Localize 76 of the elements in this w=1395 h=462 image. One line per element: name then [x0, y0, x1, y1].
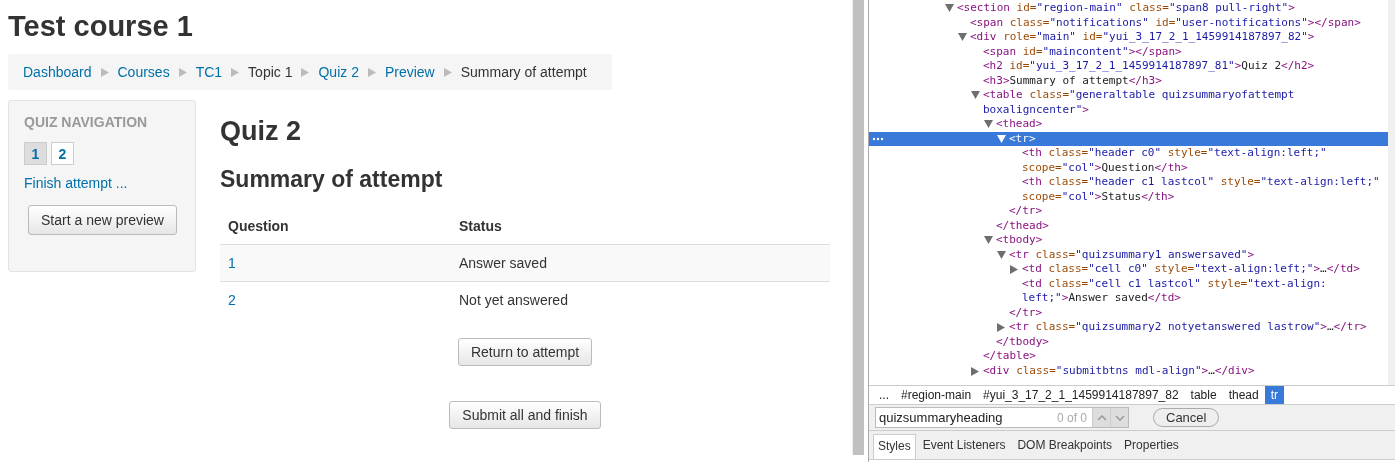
search-field[interactable]: quizsummaryheading [876, 410, 1057, 425]
element-path-item[interactable]: #region-main [895, 386, 978, 404]
element-path-item[interactable]: ... [873, 386, 895, 404]
dom-node-line[interactable]: <th class="header c1 lastcol" style="text-align:left;" scope="col">Status</th> [869, 175, 1388, 204]
panel-tab[interactable]: Styles [873, 434, 916, 459]
dom-closing-line: </table> [982, 349, 1037, 364]
table-cell: Answer saved [451, 244, 830, 282]
breadcrumb-link[interactable]: Quiz 2 [318, 64, 359, 80]
dom-closing-line: </thead> [995, 218, 1050, 233]
dom-node-line[interactable]: <thead> [869, 117, 1388, 132]
collapsed-arrow-icon[interactable] [1010, 265, 1018, 274]
more-icon[interactable] [872, 136, 884, 141]
question-number-button[interactable]: 1 [24, 142, 47, 165]
breadcrumb-link[interactable]: Preview [384, 64, 435, 80]
breadcrumb-link[interactable]: Courses [117, 64, 170, 80]
match-count: 0 of 0 [1057, 410, 1089, 425]
start-preview-button[interactable]: Start a new preview [28, 205, 177, 235]
separator-icon [301, 67, 310, 77]
finish-attempt-link[interactable]: Finish attempt ... [24, 175, 128, 191]
dom-node-line[interactable]: <tr class="quizsummary2 notyetanswered lastrow">…</tr> [869, 320, 1388, 335]
dom-node-line[interactable]: <section id="region-main" class="span8 pull-right"> [869, 1, 1388, 16]
expanded-arrow-icon[interactable] [958, 33, 967, 41]
collapsed-arrow-icon[interactable] [997, 323, 1005, 332]
dom-node-line[interactable]: <span id="maincontent"></span> [869, 44, 1388, 59]
panel-title: QUIZ NAVIGATION [24, 114, 148, 130]
breadcrumb-text: Topic 1 [248, 64, 293, 80]
collapsed-arrow-icon[interactable] [971, 366, 979, 376]
dom-closing-line: </tr> [1008, 204, 1044, 219]
element-path-item[interactable]: thead [1222, 386, 1265, 404]
page-scrollbar[interactable] [852, 0, 864, 455]
breadcrumb-link[interactable]: TC1 [195, 64, 223, 80]
table-cell: Not yet answered [451, 281, 830, 318]
question-link[interactable]: 1 [228, 255, 236, 271]
cancel-button[interactable]: Cancel [1153, 408, 1220, 427]
separator-icon [231, 67, 240, 77]
dom-node-line[interactable]: <span class="notifications" id="user-notifications"></span> [869, 15, 1388, 30]
element-path-item[interactable]: table [1184, 386, 1223, 404]
breadcrumb-text: Summary of attempt [460, 64, 587, 80]
dom-node-line[interactable]: <th class="header c0" style="text-align:left;" scope="col">Question</th> [869, 146, 1388, 175]
dom-node-line[interactable]: <tbody> [869, 233, 1388, 248]
panel-tab[interactable]: Properties [1119, 433, 1184, 459]
action-button[interactable]: Submit all and finish [449, 401, 601, 429]
expanded-arrow-icon[interactable] [984, 236, 993, 244]
expanded-arrow-icon[interactable] [984, 120, 993, 128]
dom-node-line[interactable]: <h2 id="yui_3_17_2_1_1459914187897_81">Quiz 2</h2> [869, 59, 1388, 74]
dom-node-line[interactable]: <tr class="quizsummary1 answersaved"> [869, 247, 1388, 262]
column-header: Question [220, 208, 451, 245]
separator-icon [443, 67, 452, 77]
up-chevron-icon [1096, 414, 1107, 421]
down-chevron-icon [1114, 414, 1125, 421]
course-title: Test course 1 [8, 9, 194, 44]
element-path-item[interactable]: #yui_3_17_2_1_1459914187897_82 [977, 386, 1185, 404]
expanded-arrow-icon[interactable] [971, 91, 980, 99]
question-link[interactable]: 2 [228, 292, 236, 308]
dom-closing-line: </tbody> [995, 334, 1050, 349]
panel-tab[interactable]: DOM Breakpoints [1012, 433, 1118, 459]
dom-node-line[interactable]: <td class="cell c0" style="text-align:left;">…</td> [869, 262, 1388, 277]
separator-icon [367, 67, 376, 77]
column-header: Status [451, 208, 830, 245]
separator-icon [178, 67, 187, 77]
search-box[interactable]: quizsummaryheading 0 of 0 [875, 407, 1129, 428]
dom-closing-line: </tr> [1008, 305, 1044, 320]
action-button[interactable]: Return to attempt [457, 338, 593, 366]
dom-node-line[interactable]: <div class="submitbtns mdl-align">…</div> [869, 363, 1388, 378]
panel-tab[interactable]: Event Listeners [917, 433, 1011, 459]
dom-node-line[interactable]: <h3>Summary of attempt</h3> [869, 73, 1388, 88]
quiz-heading: Quiz 2 [220, 115, 302, 148]
summary-heading: Summary of attempt [220, 165, 444, 194]
question-number-button[interactable]: 2 [51, 142, 74, 165]
element-path-item[interactable]: tr [1264, 386, 1284, 404]
expanded-arrow-icon[interactable] [997, 134, 1006, 143]
expanded-arrow-icon[interactable] [945, 4, 954, 12]
breadcrumb-link[interactable]: Dashboard [23, 64, 92, 80]
separator-icon [100, 67, 109, 77]
expanded-arrow-icon[interactable] [997, 250, 1006, 259]
dom-node-line[interactable]: <div role="main" id="yui_3_17_2_1_1459914187897_82"> [869, 30, 1388, 45]
